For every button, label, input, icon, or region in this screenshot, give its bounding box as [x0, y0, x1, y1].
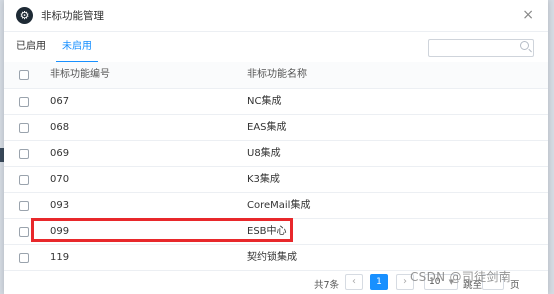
search-icon[interactable]	[520, 41, 529, 50]
data-table: 非标功能编号 非标功能名称 067 NC集成 068 EAS集成 069 U8集…	[4, 62, 548, 271]
table-row[interactable]: 067 NC集成	[4, 89, 548, 115]
row-checkbox[interactable]	[19, 201, 29, 211]
row-name: ESB中心	[247, 226, 287, 237]
tab-bar: 已启用 未启用	[4, 32, 548, 63]
row-checkbox[interactable]	[19, 97, 29, 107]
page-size-select[interactable]: 10 ▼	[424, 274, 458, 290]
row-code: 099	[50, 226, 70, 237]
dialog: ⚙ 非标功能管理 × 已启用 未启用 非标功能编号 非标功能名称 067 NC集…	[4, 0, 548, 294]
settings-icon: ⚙	[16, 7, 33, 24]
header-name: 非标功能名称	[247, 69, 307, 80]
pagination: 共7条 ‹ 1 › 10 ▼ 跳至 页	[4, 270, 548, 294]
next-page-button[interactable]: ›	[396, 274, 414, 290]
tab-enabled[interactable]: 已启用	[16, 32, 46, 62]
tab-disabled[interactable]: 未启用	[56, 32, 98, 63]
chevron-down-icon: ▼	[448, 278, 454, 286]
table-row[interactable]: 099 ESB中心	[4, 219, 548, 245]
row-checkbox[interactable]	[19, 175, 29, 185]
page-size-value: 10	[429, 277, 441, 287]
table-row[interactable]: 070 K3集成	[4, 167, 548, 193]
select-all-checkbox[interactable]	[19, 70, 29, 80]
close-icon[interactable]: ×	[522, 7, 534, 23]
row-name: U8集成	[247, 148, 281, 159]
row-checkbox[interactable]	[19, 253, 29, 263]
row-name: K3集成	[247, 174, 280, 185]
jump-page-input[interactable]	[482, 274, 504, 290]
table-row[interactable]: 119 契约锁集成	[4, 245, 548, 271]
row-code: 070	[50, 174, 70, 185]
total-count: 共7条	[314, 280, 340, 291]
row-code: 067	[50, 96, 70, 107]
table-header: 非标功能编号 非标功能名称	[4, 62, 548, 89]
search-input[interactable]	[433, 40, 517, 58]
table-row[interactable]: 093 CoreMail集成	[4, 193, 548, 219]
dialog-header: ⚙ 非标功能管理 ×	[4, 0, 548, 32]
row-code: 068	[50, 122, 70, 133]
row-name: CoreMail集成	[247, 200, 311, 211]
page-1-button[interactable]: 1	[370, 274, 388, 290]
row-name: EAS集成	[247, 122, 287, 133]
header-code: 非标功能编号	[50, 69, 110, 80]
row-checkbox[interactable]	[19, 123, 29, 133]
page-suffix: 页	[510, 280, 520, 291]
row-checkbox[interactable]	[19, 227, 29, 237]
table-row[interactable]: 069 U8集成	[4, 141, 548, 167]
search-box[interactable]	[428, 39, 534, 58]
jump-label: 跳至	[463, 280, 483, 291]
table-row[interactable]: 068 EAS集成	[4, 115, 548, 141]
row-code: 119	[50, 252, 70, 263]
row-code: 069	[50, 148, 70, 159]
dialog-title: 非标功能管理	[41, 10, 104, 22]
background-app-edge-right	[548, 0, 554, 294]
row-name: 契约锁集成	[247, 252, 297, 263]
row-code: 093	[50, 200, 70, 211]
row-name: NC集成	[247, 96, 282, 107]
prev-page-button[interactable]: ‹	[345, 274, 363, 290]
row-checkbox[interactable]	[19, 149, 29, 159]
